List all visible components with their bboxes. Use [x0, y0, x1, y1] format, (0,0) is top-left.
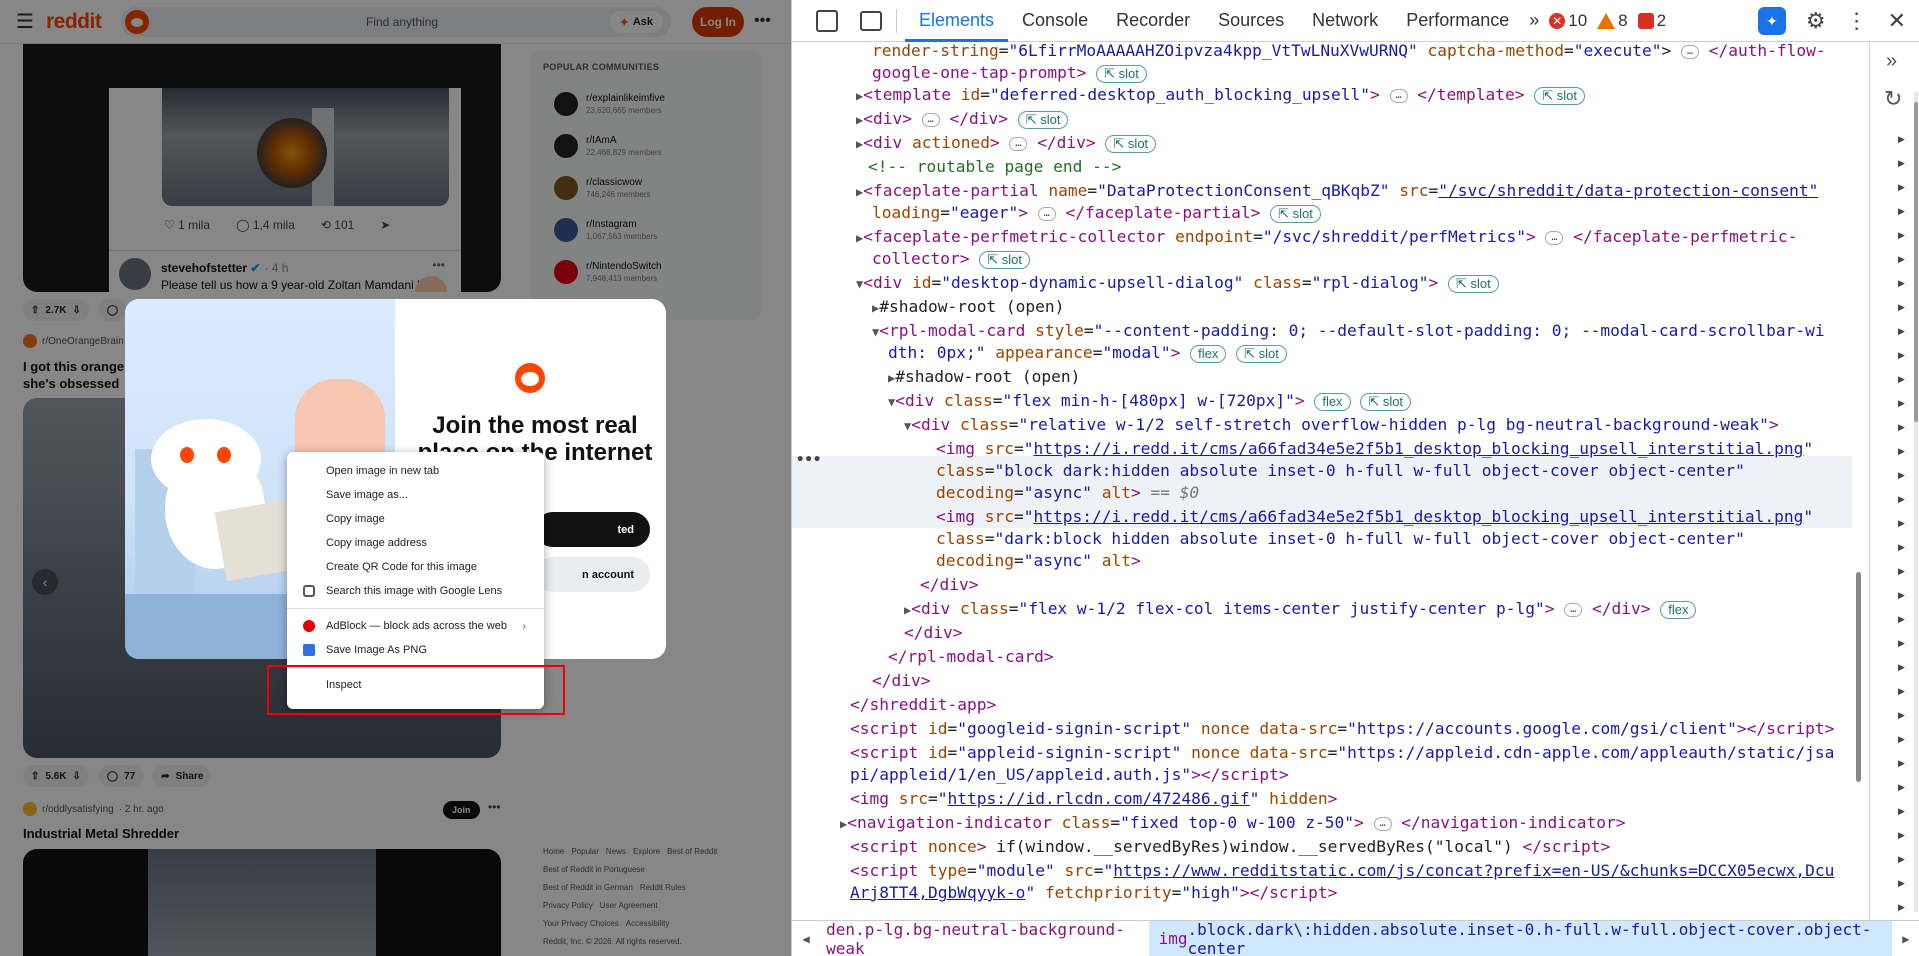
adblock-icon — [303, 620, 315, 632]
menu-item-create-qr-code[interactable]: Create QR Code for this image — [287, 555, 544, 579]
expand-triangle-icon[interactable]: ▶ — [1898, 734, 1905, 745]
tab-performance[interactable]: Performance — [1392, 0, 1523, 42]
gear-icon[interactable]: ⚙ — [1806, 8, 1826, 34]
menu-item-copy-image[interactable]: Copy image — [287, 507, 544, 531]
ai-assistant-icon[interactable]: ✦ — [1757, 7, 1786, 35]
styles-sidebar-collapsed: » ↻ ▶▶▶▶▶▶▶▶▶▶▶▶▶▶▶▶▶▶▶▶▶▶▶▶▶▶▶▶▶▶▶▶▶▶ — [1869, 42, 1919, 936]
expand-triangle-icon[interactable]: ▶ — [1898, 854, 1905, 865]
expand-icon[interactable]: » — [1886, 50, 1897, 73]
tab-elements[interactable]: Elements — [905, 0, 1009, 42]
devtools-tabbar: Elements Console Recorder Sources Networ… — [792, 0, 1919, 42]
error-icon: ✕ — [1549, 12, 1566, 29]
expand-triangle-icon[interactable]: ▶ — [1898, 470, 1905, 481]
expand-triangle-icon[interactable]: ▶ — [1898, 182, 1905, 193]
breadcrumb: ◀ den.p-lg.bg-neutral-background-weak im… — [792, 920, 1919, 956]
reddit-page: ☰ reddit Find anything ✦ Ask Log In ••• ♡… — [0, 0, 791, 956]
dom-tree[interactable]: ••• render-string="6LfirrMoAAAAAHZOipvza… — [792, 42, 1864, 920]
expand-triangle-icon[interactable]: ▶ — [1898, 230, 1905, 241]
expand-triangle-icon[interactable]: ▶ — [1898, 638, 1905, 649]
warning-count[interactable]: 8 — [1597, 11, 1628, 31]
expand-triangle-icon[interactable]: ▶ — [1898, 350, 1905, 361]
chevron-right-icon[interactable]: ▶ — [1892, 932, 1919, 946]
expand-triangle-icon[interactable]: ▶ — [1898, 494, 1905, 505]
expand-triangle-icon[interactable]: ▶ — [1898, 902, 1905, 913]
menu-item-save-image-png[interactable]: Save Image As PNG — [287, 638, 544, 662]
expand-triangle-icon[interactable]: ▶ — [1898, 374, 1905, 385]
refresh-icon[interactable]: ↻ — [1884, 86, 1902, 112]
tab-network[interactable]: Network — [1298, 0, 1392, 42]
issues-count[interactable]: 2 — [1637, 11, 1666, 31]
expand-triangle-icon[interactable]: ▶ — [1898, 206, 1905, 217]
google-lens-icon — [303, 585, 315, 597]
error-count[interactable]: ✕ 10 — [1549, 11, 1587, 31]
expand-triangle-icon[interactable]: ▶ — [1898, 662, 1905, 673]
expand-triangle-icon[interactable]: ▶ — [1898, 686, 1905, 697]
expand-triangle-icon[interactable]: ▶ — [1898, 158, 1905, 169]
expand-triangle-icon[interactable]: ▶ — [1898, 422, 1905, 433]
expand-triangle-icon[interactable]: ▶ — [1898, 134, 1905, 145]
expand-triangle-icon[interactable]: ▶ — [1898, 542, 1905, 553]
expand-triangle-icon[interactable]: ▶ — [1898, 782, 1905, 793]
login-account-button[interactable]: n account — [535, 557, 650, 592]
expand-triangle-icon[interactable]: ▶ — [1898, 398, 1905, 409]
issues-icon — [1637, 12, 1654, 29]
expand-triangle-icon[interactable]: ▶ — [1898, 614, 1905, 625]
expand-triangle-icon[interactable]: ▶ — [1898, 830, 1905, 841]
expand-triangle-icon[interactable]: ▶ — [1898, 446, 1905, 457]
chevron-left-icon[interactable]: ◀ — [792, 932, 820, 946]
more-tabs-icon[interactable]: » — [1529, 10, 1539, 31]
device-toolbar-icon[interactable] — [860, 10, 882, 31]
menu-item-google-lens[interactable]: Search this image with Google Lens — [287, 579, 544, 603]
menu-item-adblock[interactable]: AdBlock — block ads across the web › — [287, 614, 544, 638]
continue-button[interactable]: ted — [535, 512, 650, 547]
annotation-highlight — [267, 665, 565, 715]
more-icon[interactable]: ••• — [796, 452, 821, 468]
expand-triangle-icon[interactable]: ▶ — [1898, 326, 1905, 337]
breadcrumb-item-current[interactable]: img .block.dark\:hidden.absolute.inset-0.… — [1148, 920, 1892, 956]
menu-item-open-image-new-tab[interactable]: Open image in new tab — [287, 459, 544, 483]
expand-triangle-icon[interactable]: ▶ — [1898, 566, 1905, 577]
expand-triangle-icon[interactable]: ▶ — [1898, 278, 1905, 289]
close-icon[interactable]: ✕ — [1888, 8, 1906, 34]
expand-triangle-icon[interactable]: ▶ — [1898, 806, 1905, 817]
breadcrumb-item[interactable]: den.p-lg.bg-neutral-background-weak — [820, 920, 1149, 956]
inspect-element-icon[interactable] — [816, 9, 838, 32]
expand-triangle-icon[interactable]: ▶ — [1898, 758, 1905, 769]
menu-item-copy-image-address[interactable]: Copy image address — [287, 531, 544, 555]
tab-sources[interactable]: Sources — [1204, 0, 1298, 42]
warning-icon — [1597, 12, 1616, 29]
reddit-logo-icon — [515, 363, 545, 393]
tab-console[interactable]: Console — [1008, 0, 1102, 42]
expand-triangle-icon[interactable]: ▶ — [1898, 518, 1905, 529]
expand-triangle-icon[interactable]: ▶ — [1898, 878, 1905, 889]
expand-triangle-icon[interactable]: ▶ — [1898, 590, 1905, 601]
expand-triangle-icon[interactable]: ▶ — [1898, 254, 1905, 265]
screen: ☰ reddit Find anything ✦ Ask Log In ••• ♡… — [0, 0, 1919, 956]
save-png-icon — [303, 644, 315, 656]
chevron-right-icon: › — [522, 620, 526, 632]
expand-triangle-icon[interactable]: ▶ — [1898, 302, 1905, 313]
scrollbar[interactable] — [1856, 572, 1861, 782]
more-vert-icon[interactable]: ⋮ — [1846, 8, 1868, 34]
menu-item-save-image-as[interactable]: Save image as... — [287, 483, 544, 507]
expand-triangle-icon[interactable]: ▶ — [1898, 710, 1905, 721]
scrollbar[interactable] — [1914, 92, 1918, 912]
devtools-panel: Elements Console Recorder Sources Networ… — [791, 0, 1919, 956]
tab-recorder[interactable]: Recorder — [1102, 0, 1204, 42]
